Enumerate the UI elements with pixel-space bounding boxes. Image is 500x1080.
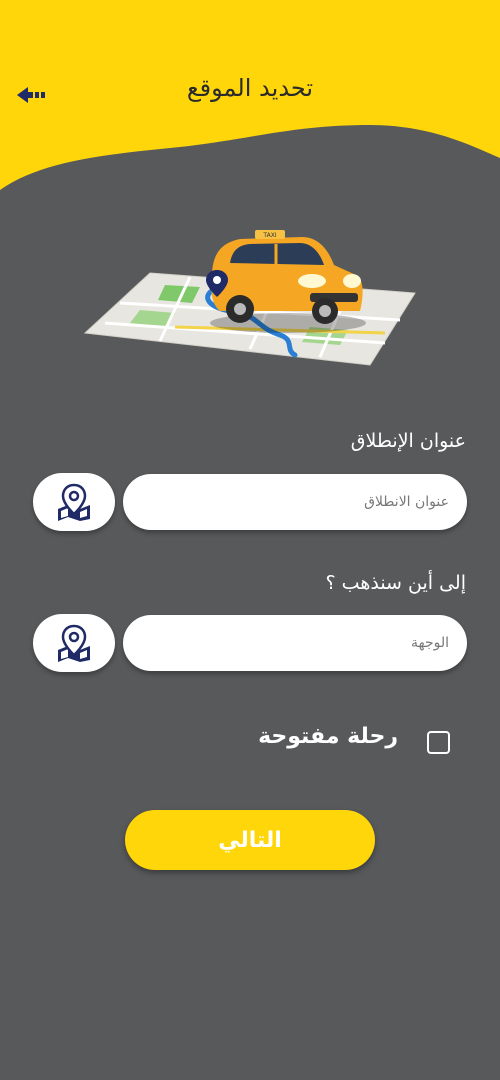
- destination-placeholder: الوجهة: [410, 635, 449, 651]
- map-pin-icon: [58, 624, 90, 662]
- svg-text:TAXI: TAXI: [262, 232, 276, 239]
- open-trip-label: رحلة مفتوحة: [258, 724, 398, 749]
- back-button[interactable]: [14, 80, 48, 110]
- start-address-placeholder: عنوان الانطلاق: [364, 494, 449, 510]
- next-button[interactable]: التالي: [125, 810, 375, 870]
- destination-label: إلى أين سنذهب ؟: [325, 572, 466, 594]
- start-address-input[interactable]: عنوان الانطلاق: [123, 474, 467, 530]
- taxi-map-illustration: TAXI: [83, 230, 416, 366]
- arrow-left-icon: [17, 87, 45, 103]
- start-address-label: عنوان الإنطلاق: [350, 430, 466, 452]
- page-title: تحديد الموقع: [186, 74, 314, 102]
- open-trip-checkbox[interactable]: [427, 731, 450, 754]
- start-location-button[interactable]: [33, 473, 115, 531]
- map-pin-icon: [58, 483, 90, 521]
- destination-location-button[interactable]: [33, 614, 115, 672]
- destination-input[interactable]: الوجهة: [123, 615, 467, 671]
